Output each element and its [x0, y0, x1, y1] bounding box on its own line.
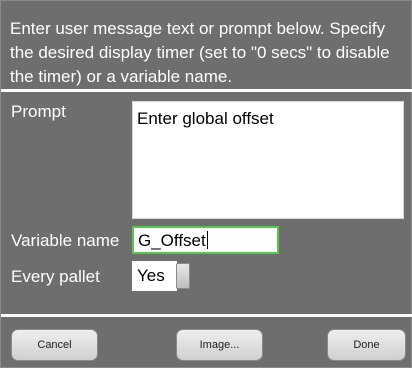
instructions-text: Enter user message text or prompt below.… — [10, 19, 390, 86]
variable-name-label: Variable name — [11, 231, 120, 250]
toggle-knob[interactable] — [176, 263, 190, 289]
bottom-divider — [1, 314, 412, 317]
every-pallet-label: Every pallet — [11, 267, 100, 286]
variable-name-value: G_Offset — [138, 231, 206, 250]
prompt-textarea[interactable]: Enter global offset — [132, 101, 404, 219]
every-pallet-toggle[interactable]: Yes — [132, 261, 192, 291]
cancel-button[interactable]: Cancel — [11, 329, 98, 361]
top-divider — [1, 89, 412, 92]
variable-name-input[interactable]: G_Offset — [132, 226, 279, 254]
text-caret — [206, 231, 208, 249]
message-prompt-dialog: Enter user message text or prompt below.… — [0, 0, 412, 368]
prompt-label: Prompt — [11, 102, 66, 121]
image-button[interactable]: Image... — [176, 329, 263, 361]
done-button[interactable]: Done — [327, 329, 406, 361]
every-pallet-value: Yes — [132, 261, 177, 291]
